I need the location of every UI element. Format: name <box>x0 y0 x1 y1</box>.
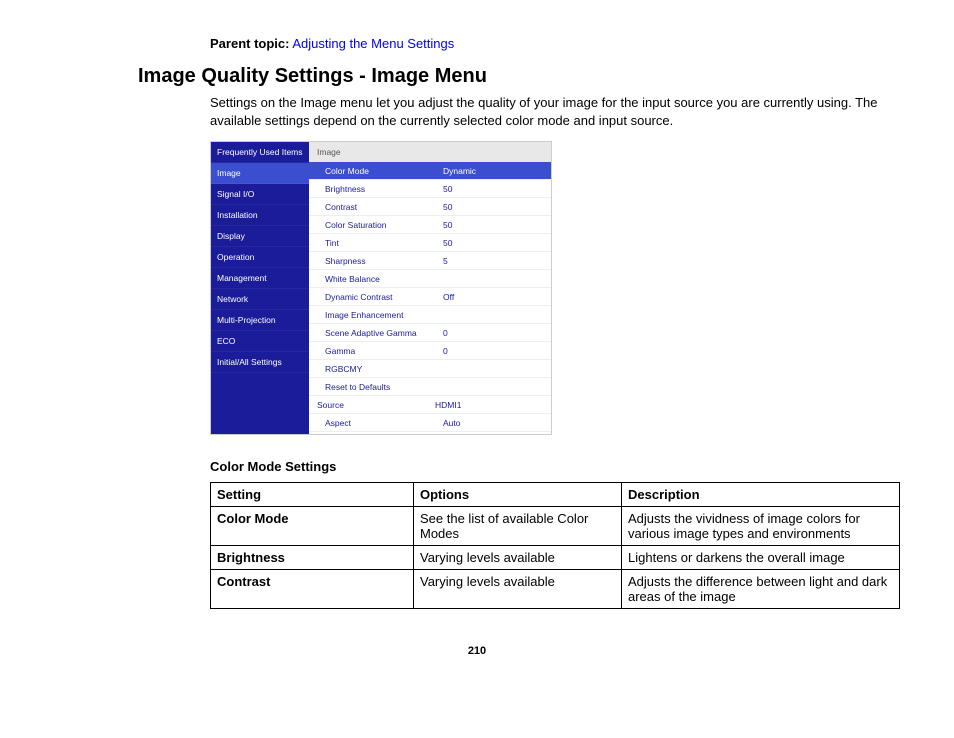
menu-left-item: Multi-Projection <box>211 310 309 331</box>
menu-row-label: Sharpness <box>325 256 443 266</box>
menu-left-item: Frequently Used Items <box>211 142 309 163</box>
menu-row-value: Auto <box>443 418 551 428</box>
menu-row-value: Off <box>443 292 551 302</box>
table-header-row: Setting Options Description <box>211 483 900 507</box>
menu-right-row: Contrast50 <box>309 198 551 216</box>
menu-right-row: Gamma0 <box>309 342 551 360</box>
menu-left-item: Initial/All Settings <box>211 352 309 373</box>
menu-row-label: Dynamic Contrast <box>325 292 443 302</box>
menu-row-value: 50 <box>443 238 551 248</box>
menu-row-label: Source <box>317 400 435 410</box>
th-options: Options <box>414 483 622 507</box>
td-options: See the list of available Color Modes <box>414 507 622 546</box>
section-heading: Color Mode Settings <box>210 459 894 474</box>
menu-right-row: RGBCMY <box>309 360 551 378</box>
menu-right-header: Image <box>309 142 551 162</box>
menu-right-row: AspectAuto <box>309 414 551 432</box>
menu-row-label: Gamma <box>325 346 443 356</box>
menu-row-value <box>443 274 551 284</box>
menu-row-label: Reset to Defaults <box>325 382 443 392</box>
menu-left-item: Operation <box>211 247 309 268</box>
menu-screenshot: Frequently Used ItemsImageSignal I/OInst… <box>210 141 552 435</box>
menu-row-label: Tint <box>325 238 443 248</box>
th-description: Description <box>622 483 900 507</box>
menu-left-item: Installation <box>211 205 309 226</box>
td-options: Varying levels available <box>414 546 622 570</box>
td-setting: Brightness <box>211 546 414 570</box>
menu-right-row: SourceHDMI1 <box>309 396 551 414</box>
table-row: BrightnessVarying levels availableLighte… <box>211 546 900 570</box>
menu-right-panel: Image Color ModeDynamicBrightness50Contr… <box>309 142 551 434</box>
menu-row-value: 50 <box>443 220 551 230</box>
th-setting: Setting <box>211 483 414 507</box>
menu-row-label: Contrast <box>325 202 443 212</box>
menu-row-value: 50 <box>443 202 551 212</box>
menu-row-value: 50 <box>443 184 551 194</box>
menu-left-item: Management <box>211 268 309 289</box>
menu-left-item: ECO <box>211 331 309 352</box>
menu-right-row: Image Enhancement <box>309 306 551 324</box>
menu-right-row: Tint50 <box>309 234 551 252</box>
menu-row-label: White Balance <box>325 274 443 284</box>
settings-table: Setting Options Description Color ModeSe… <box>210 482 900 609</box>
menu-left-item: Signal I/O <box>211 184 309 205</box>
menu-left-panel: Frequently Used ItemsImageSignal I/OInst… <box>211 142 309 434</box>
td-description: Adjusts the difference between light and… <box>622 570 900 609</box>
menu-row-label: Aspect <box>325 418 443 428</box>
menu-left-item: Image <box>211 163 309 184</box>
menu-row-label: Color Mode <box>325 166 443 176</box>
menu-right-row: Color Saturation50 <box>309 216 551 234</box>
menu-row-value: 5 <box>443 256 551 266</box>
menu-row-label: Scene Adaptive Gamma <box>325 328 443 338</box>
menu-row-label: RGBCMY <box>325 364 443 374</box>
menu-right-row: Sharpness5 <box>309 252 551 270</box>
menu-right-row: Dynamic ContrastOff <box>309 288 551 306</box>
page-title: Image Quality Settings - Image Menu <box>138 65 894 88</box>
table-row: Color ModeSee the list of available Colo… <box>211 507 900 546</box>
menu-row-value: Dynamic <box>443 166 551 176</box>
menu-right-row: Color ModeDynamic <box>309 162 551 180</box>
menu-right-row: Scene Adaptive Gamma0 <box>309 324 551 342</box>
menu-row-value <box>443 364 551 374</box>
page-number: 210 <box>60 645 894 657</box>
menu-row-label: Brightness <box>325 184 443 194</box>
menu-right-row: Brightness50 <box>309 180 551 198</box>
td-description: Lightens or darkens the overall image <box>622 546 900 570</box>
menu-right-row: White Balance <box>309 270 551 288</box>
menu-row-value <box>443 310 551 320</box>
menu-row-value: 0 <box>443 346 551 356</box>
parent-topic: Parent topic: Adjusting the Menu Setting… <box>210 36 894 51</box>
menu-row-value <box>443 382 551 392</box>
menu-left-item: Display <box>211 226 309 247</box>
menu-row-value: HDMI1 <box>435 400 551 410</box>
parent-topic-link[interactable]: Adjusting the Menu Settings <box>292 36 454 51</box>
menu-right-row: Reset to Defaults <box>309 432 551 435</box>
menu-row-value: 0 <box>443 328 551 338</box>
intro-paragraph: Settings on the Image menu let you adjus… <box>210 94 894 129</box>
parent-topic-label: Parent topic: <box>210 36 289 51</box>
td-description: Adjusts the vividness of image colors fo… <box>622 507 900 546</box>
menu-right-row: Reset to Defaults <box>309 378 551 396</box>
menu-row-label: Image Enhancement <box>325 310 443 320</box>
menu-row-label: Color Saturation <box>325 220 443 230</box>
td-options: Varying levels available <box>414 570 622 609</box>
td-setting: Color Mode <box>211 507 414 546</box>
td-setting: Contrast <box>211 570 414 609</box>
menu-left-item: Network <box>211 289 309 310</box>
table-row: ContrastVarying levels availableAdjusts … <box>211 570 900 609</box>
